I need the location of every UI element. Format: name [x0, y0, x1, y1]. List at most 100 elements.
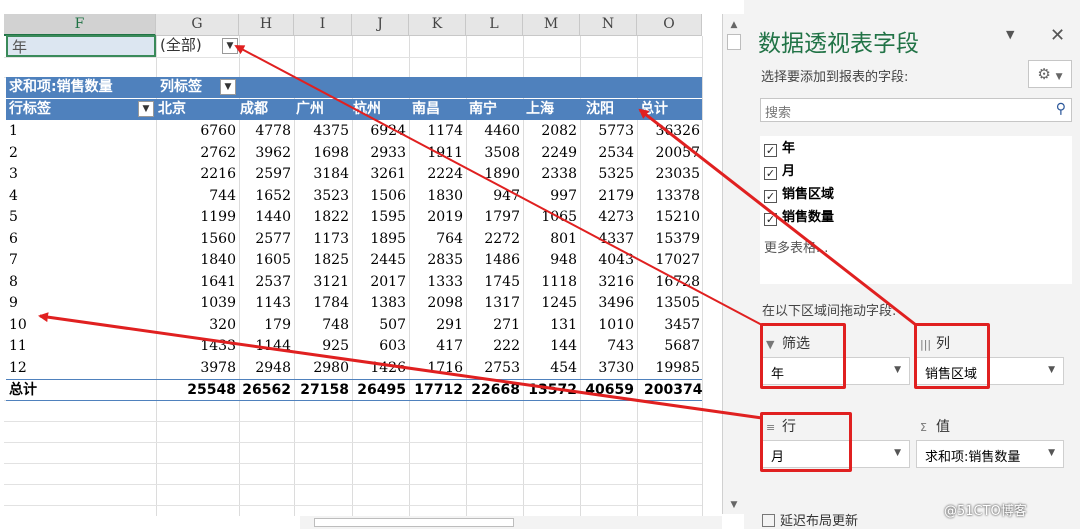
- watermark: @51CTO博客: [944, 504, 1027, 519]
- value-cell: 2224: [427, 166, 463, 182]
- table-row[interactable]: 3 2216 2597 3184 3261 2224 1890 2338 5325 23035: [6, 164, 702, 186]
- checkbox-checked-icon[interactable]: ✓: [764, 167, 777, 180]
- values-area-header: Σ值: [920, 416, 950, 436]
- more-tables-link[interactable]: 更多表格...: [764, 237, 828, 256]
- table-row[interactable]: 10 320 179 748 507 291 271 131 1010 3457: [6, 315, 702, 337]
- value-cell: 743: [607, 338, 634, 354]
- column-header-k[interactable]: K: [409, 14, 466, 36]
- column-header-h[interactable]: H: [239, 14, 294, 36]
- value-cell: 6760: [200, 123, 236, 139]
- values-area-field[interactable]: 求和项:销售数量 ▼: [916, 440, 1064, 468]
- table-row[interactable]: 12 3978 2948 2980 1426 1716 2753 454 3730 19985: [6, 358, 702, 380]
- pivot-header-row-2: 行标签 ▼ 北京 成都 广州 杭州 南昌 南宁 上海 沈阳 总计: [6, 99, 702, 120]
- value-cell: 1199: [200, 209, 236, 225]
- checkbox-checked-icon[interactable]: ✓: [764, 144, 777, 157]
- chevron-down-icon[interactable]: ▼: [894, 448, 901, 458]
- horizontal-scroll-thumb[interactable]: [314, 518, 514, 527]
- pivot-fields-pane: 数据透视表字段 ▼ ✕ 选择要添加到报表的字段: ⚙ ▼ 搜索 ⚲ ✓ 年 ✓ 月 …: [744, 0, 1080, 529]
- value-cell: 5325: [598, 166, 634, 182]
- value-cell: 2098: [427, 295, 463, 311]
- total-label: 总计: [9, 382, 37, 398]
- table-row[interactable]: 4 744 1652 3523 1506 1830 947 997 2179 13378: [6, 186, 702, 208]
- field-item-region[interactable]: ✓ 销售区域: [764, 186, 834, 204]
- values-area-value: 求和项:销售数量: [925, 450, 1021, 465]
- filter-dropdown-button[interactable]: ▼: [222, 38, 238, 54]
- value-cell: 3184: [313, 166, 349, 182]
- defer-layout-update[interactable]: 延迟布局更新: [762, 510, 858, 529]
- value-cell: 2933: [370, 144, 406, 161]
- field-item-quantity[interactable]: ✓ 销售数量: [764, 209, 834, 227]
- pivot-total-row[interactable]: 总计 25548 26562 27158 26495 17712 22668 13572 406…: [6, 379, 702, 401]
- chevron-down-icon[interactable]: ▼: [1048, 365, 1055, 375]
- value-cell: 948: [550, 252, 577, 268]
- value-cell: 25548: [187, 382, 236, 398]
- value-cell: 13378: [655, 187, 700, 204]
- row-label: 2: [9, 144, 18, 161]
- chevron-down-icon[interactable]: ▼: [894, 365, 901, 375]
- table-row[interactable]: 6 1560 2577 1173 1895 764 2272 801 4337 15379: [6, 229, 702, 251]
- column-header-f[interactable]: F: [4, 14, 156, 36]
- column-labels-dropdown-button[interactable]: ▼: [220, 79, 236, 95]
- row-label: 3: [9, 166, 18, 182]
- checkbox-checked-icon[interactable]: ✓: [764, 190, 777, 203]
- table-row[interactable]: 2 2762 3962 1698 2933 1911 3508 2249 2534 20057: [6, 143, 702, 165]
- field-item-month[interactable]: ✓ 月: [764, 163, 795, 181]
- values-area-title: 值: [936, 419, 950, 435]
- row-labels-dropdown-button[interactable]: ▼: [138, 101, 154, 117]
- vertical-scroll-thumb[interactable]: [727, 34, 741, 50]
- value-cell: 748: [322, 316, 349, 333]
- gear-icon[interactable]: ⚙ ▼: [1028, 60, 1072, 88]
- value-cell: 271: [493, 316, 520, 333]
- scroll-down-icon[interactable]: ▼: [727, 498, 741, 512]
- value-cell: 2082: [541, 123, 577, 139]
- column-header-g[interactable]: G: [156, 14, 239, 36]
- row-label: 10: [9, 316, 27, 333]
- spreadsheet: F G H I J K L M N O 年 (全部) ▼ 求和项:销售数量 列标…: [0, 0, 722, 529]
- value-cell: 507: [379, 316, 406, 333]
- table-row[interactable]: 9 1039 1143 1784 1383 2098 1317 1245 3496 13505: [6, 293, 702, 315]
- column-header-n[interactable]: N: [580, 14, 637, 36]
- value-cell: 801: [550, 230, 577, 247]
- vertical-scrollbar[interactable]: ▲ ▼: [722, 14, 744, 514]
- table-row[interactable]: 1 6760 4778 4375 6924 1174 4460 2082 5773 36326: [6, 121, 702, 143]
- column-header-l[interactable]: L: [466, 14, 523, 36]
- value-cell: 1333: [427, 273, 463, 290]
- column-header-i[interactable]: I: [294, 14, 352, 36]
- value-cell: 2537: [255, 273, 291, 290]
- value-cell: 40659: [585, 382, 634, 398]
- value-cell: 764: [436, 230, 463, 247]
- value-cell: 27158: [300, 382, 349, 398]
- table-row[interactable]: 7 1840 1605 1825 2445 2835 1486 948 4043 17027: [6, 250, 702, 272]
- table-row[interactable]: 8 1641 2537 3121 2017 1333 1745 1118 3216 16728: [6, 272, 702, 294]
- column-header-j[interactable]: J: [352, 14, 409, 36]
- value-cell: 4375: [313, 123, 349, 139]
- pane-options-chevron-icon[interactable]: ▼: [1006, 28, 1014, 41]
- value-cell: 5773: [598, 123, 634, 139]
- field-item-year[interactable]: ✓ 年: [764, 140, 795, 158]
- checkbox-unchecked-icon[interactable]: [762, 514, 775, 527]
- filter-label-cell[interactable]: 年: [6, 35, 156, 57]
- field-search-input[interactable]: 搜索 ⚲: [760, 98, 1072, 122]
- value-cell: 222: [493, 338, 520, 354]
- column-header-m[interactable]: M: [523, 14, 580, 36]
- close-icon[interactable]: ✕: [1050, 25, 1065, 46]
- horizontal-scrollbar[interactable]: [300, 516, 722, 529]
- value-cell: 131: [550, 316, 577, 333]
- value-cell: 1174: [427, 123, 463, 139]
- filter-value-cell[interactable]: (全部): [160, 35, 202, 56]
- value-cell: 17712: [414, 382, 463, 398]
- value-cell: 13572: [528, 382, 577, 398]
- checkbox-checked-icon[interactable]: ✓: [764, 213, 777, 226]
- scroll-up-icon[interactable]: ▲: [727, 18, 741, 32]
- value-cell: 2948: [255, 359, 291, 376]
- column-header-o[interactable]: O: [637, 14, 702, 36]
- value-cell: 2216: [200, 166, 236, 182]
- value-cell: 3121: [313, 273, 349, 290]
- value-cell: 1245: [541, 295, 577, 311]
- top-strip: [0, 0, 722, 14]
- table-row[interactable]: 5 1199 1440 1822 1595 2019 1797 1065 4273 15210: [6, 207, 702, 229]
- chevron-down-icon[interactable]: ▼: [1048, 448, 1055, 458]
- table-row[interactable]: 11 1433 1144 925 603 417 222 144 743 5687: [6, 336, 702, 358]
- value-cell: 1605: [255, 252, 291, 268]
- city-header: 南昌: [412, 101, 440, 117]
